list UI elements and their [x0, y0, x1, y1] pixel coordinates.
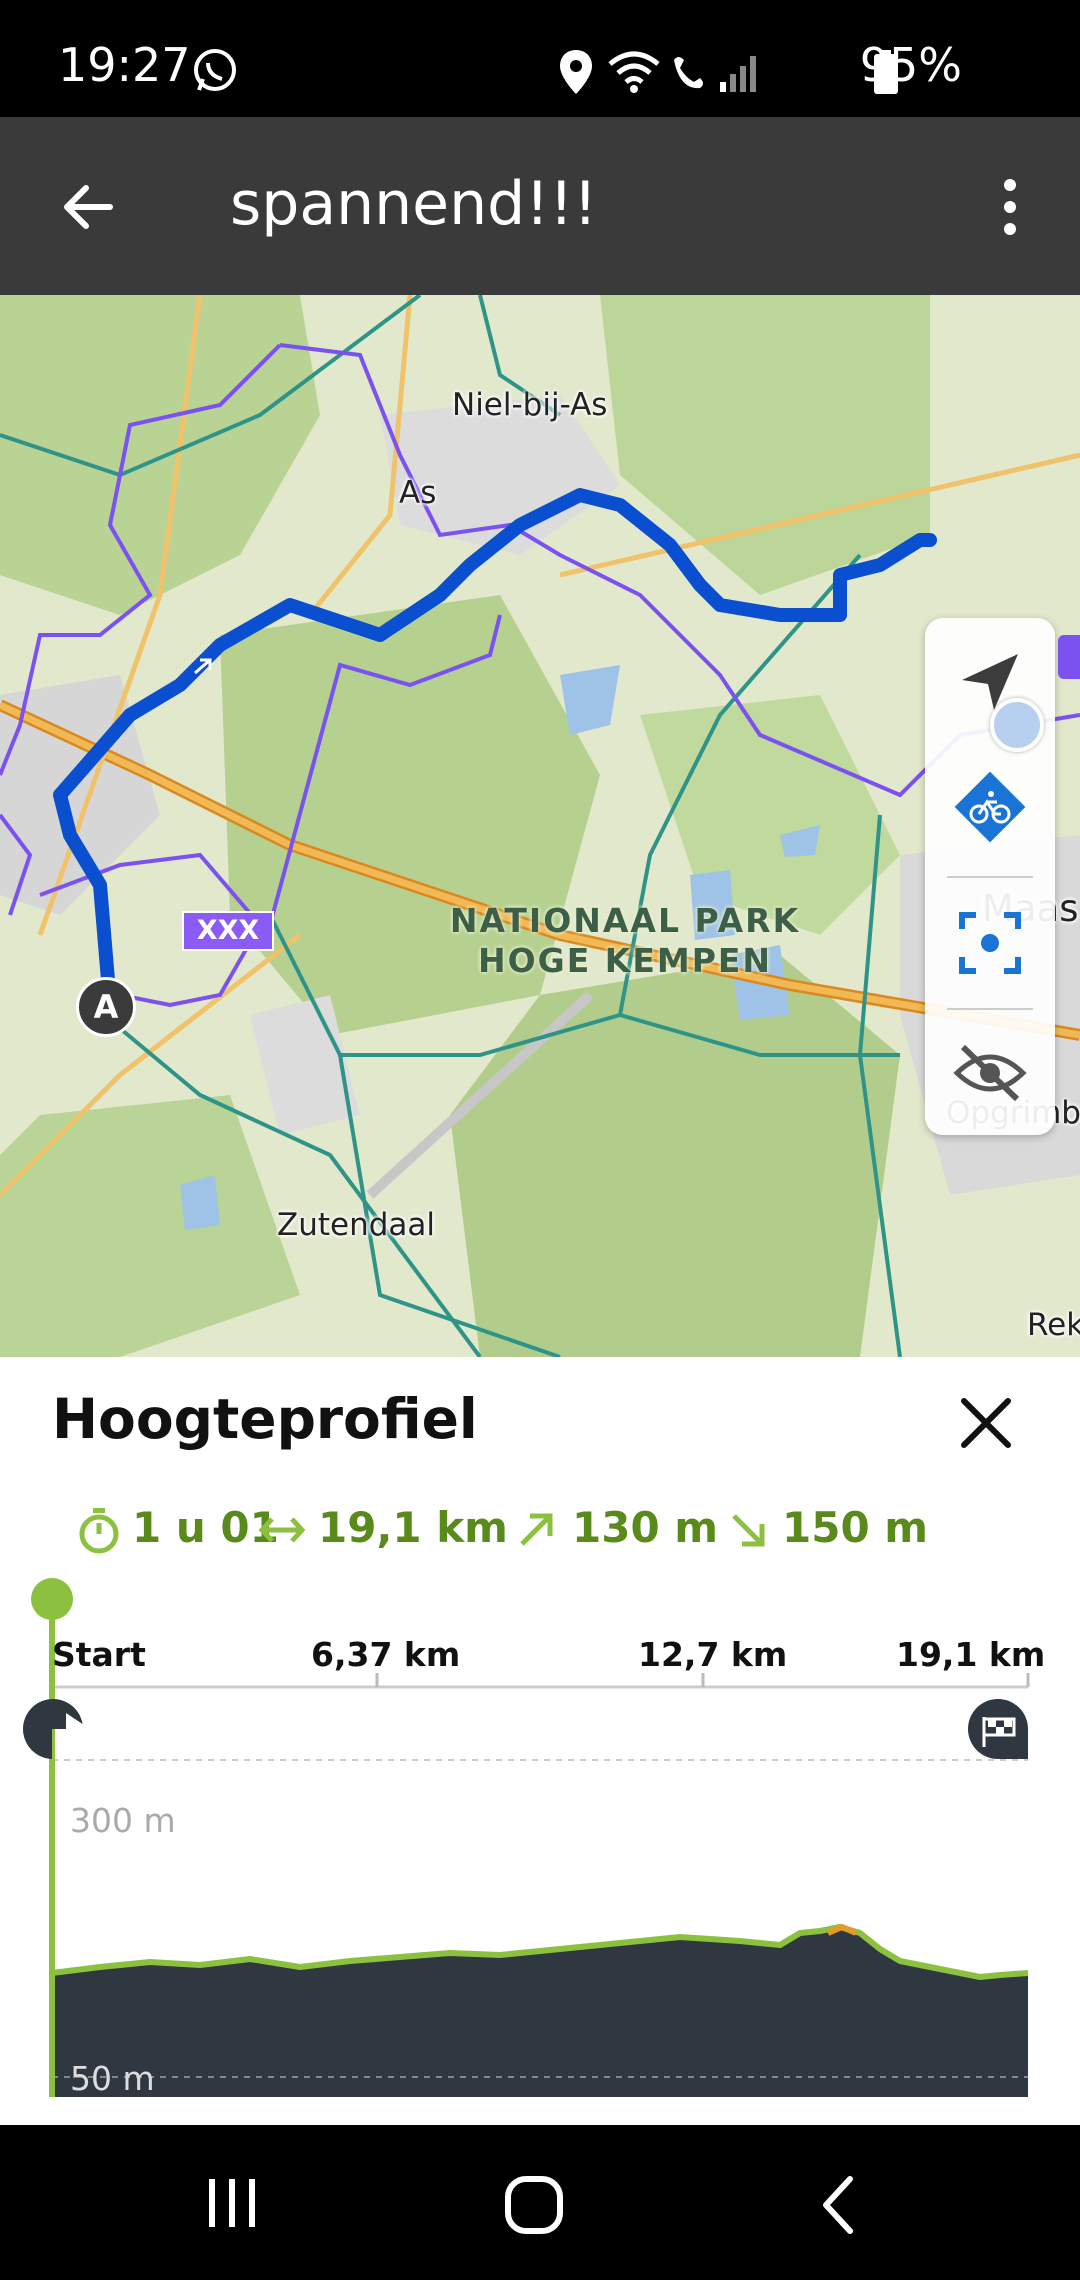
- map-label-rek: Rek: [1027, 1307, 1080, 1343]
- more-options-icon[interactable]: [990, 177, 1030, 237]
- distance-icon: [258, 1517, 306, 1543]
- axis-label-start: Start: [52, 1635, 146, 1674]
- axis-label-t2: 12,7 km: [638, 1635, 788, 1674]
- route-badge: XXX: [182, 911, 274, 951]
- stat-duration: 1 u 01: [132, 1503, 279, 1552]
- page-title: spannend!!!: [230, 169, 598, 239]
- panel-title: Hoogteprofiel: [52, 1387, 478, 1451]
- location-icon: [560, 50, 592, 94]
- close-icon[interactable]: [958, 1395, 1014, 1451]
- park-label-line2: HOGE KEMPEN: [477, 941, 773, 980]
- panel-divider: [947, 876, 1033, 878]
- back-arrow-icon[interactable]: [58, 177, 118, 237]
- signal-icon: [674, 56, 756, 92]
- map-controls-panel: [925, 618, 1055, 1135]
- fit-route-icon[interactable]: [958, 911, 1022, 975]
- map-view[interactable]: Niel-bij-As As NATIONAAL PARK HOGE KEMPE…: [0, 295, 1080, 1357]
- stat-distance: 19,1 km: [318, 1503, 508, 1552]
- wifi-icon: [608, 51, 660, 93]
- recents-icon[interactable]: [205, 2175, 259, 2231]
- whatsapp-icon: [194, 49, 236, 91]
- stat-descent: 150 m: [782, 1503, 929, 1552]
- status-bar: 19:27 95%: [0, 0, 1080, 117]
- ascent-icon: [520, 1513, 553, 1546]
- stopwatch-icon: [79, 1508, 119, 1554]
- stat-ascent: 130 m: [572, 1503, 719, 1552]
- route-finish-flag-icon[interactable]: [968, 1699, 1028, 1759]
- cycling-mode-icon[interactable]: [951, 768, 1029, 846]
- position-cursor-handle[interactable]: [31, 1578, 73, 1620]
- distance-axis-ticks: [50, 1673, 1030, 1687]
- status-time: 19:27: [58, 38, 191, 92]
- map-label-as: As: [399, 475, 437, 511]
- app-bar: spannend!!!: [0, 117, 1080, 295]
- my-location-dot: [990, 698, 1044, 752]
- start-marker[interactable]: A: [76, 977, 136, 1037]
- descent-icon: [732, 1514, 765, 1547]
- back-nav-icon[interactable]: [818, 2175, 858, 2235]
- route-badge-label: XXX: [196, 915, 260, 946]
- elevation-panel: Hoogteprofiel 1 u 01 19,1 km 130 m 150 m: [0, 1357, 1080, 2125]
- map-label-zutendaal: Zutendaal: [277, 1207, 436, 1243]
- battery-icon: [874, 50, 898, 94]
- start-marker-label: A: [93, 988, 119, 1026]
- system-nav-bar: [0, 2125, 1080, 2280]
- side-tab[interactable]: [1058, 635, 1080, 679]
- hide-eye-icon[interactable]: [953, 1043, 1027, 1103]
- axis-label-t3: 19,1 km: [896, 1635, 1046, 1674]
- home-icon[interactable]: [504, 2175, 564, 2235]
- map-label-park: NATIONAAL PARK HOGE KEMPEN: [440, 901, 810, 981]
- map-label-niel-bij-as: Niel-bij-As: [452, 387, 608, 423]
- map-canvas: [0, 295, 1080, 1357]
- y-label-top: 300 m: [70, 1801, 176, 1840]
- axis-label-t1: 6,37 km: [311, 1635, 461, 1674]
- route-start-icon[interactable]: [23, 1699, 90, 1759]
- y-label-bottom: 50 m: [70, 2059, 155, 2098]
- panel-divider: [947, 1008, 1033, 1010]
- park-label-line1: NATIONAAL PARK: [449, 901, 801, 940]
